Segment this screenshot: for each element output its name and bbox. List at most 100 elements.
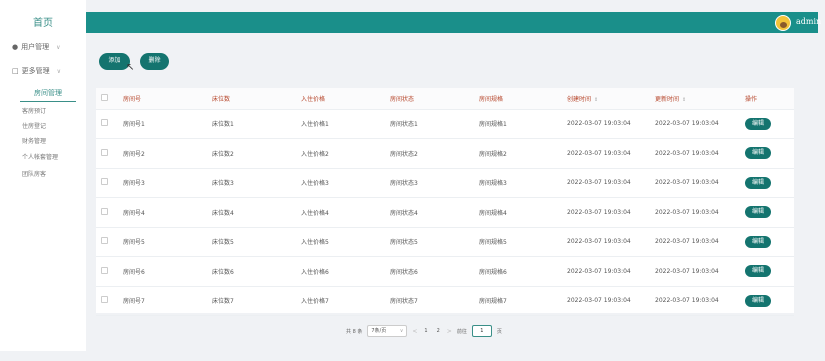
row-select-cell xyxy=(96,286,118,316)
cell-actions: 编辑 xyxy=(740,109,794,139)
table-row: 房间号7 床位数7 入住价格7 房间状态7 房间规格7 2022-03-07 19:03:… xyxy=(96,286,794,316)
cell-beds: 床位数5 xyxy=(207,227,296,257)
delete-button[interactable]: 删除 xyxy=(140,53,169,70)
cell-updated: 2022-03-07 19:03:04 xyxy=(650,197,740,228)
cell-status: 房间状态2 xyxy=(385,138,474,169)
page-2-button[interactable]: 2 xyxy=(435,328,442,334)
prev-page-icon[interactable]: < xyxy=(412,328,417,335)
cell-updated: 2022-03-07 19:03:04 xyxy=(650,227,740,257)
sidebar-item-checkin[interactable]: 住房登记 xyxy=(22,121,46,130)
username[interactable]: admin xyxy=(796,17,821,26)
row-checkbox[interactable] xyxy=(101,296,108,304)
goto-suffix: 页 xyxy=(496,328,502,335)
row-checkbox[interactable] xyxy=(101,266,108,274)
select-all-checkbox[interactable] xyxy=(101,93,108,101)
chevron-down-icon: ∨ xyxy=(399,328,404,334)
cell-status: 房间状态6 xyxy=(385,256,474,287)
cell-actions: 编辑 xyxy=(740,286,794,316)
cell-updated: 2022-03-07 19:03:04 xyxy=(650,138,740,169)
sidebar-menu-label: 更多管理 xyxy=(21,67,50,75)
table-row: 房间号2 床位数2 入住价格2 房间状态2 房间规格2 2022-03-07 19:03:… xyxy=(96,138,794,169)
sidebar-item-personal-accounts[interactable]: 个人帐套管理 xyxy=(22,152,58,161)
sidebar-item-booking[interactable]: 客房预订 xyxy=(22,106,46,115)
cell-room-no: 房间号3 xyxy=(118,168,207,198)
sidebar-item-team-guests[interactable]: 团队房客 xyxy=(22,169,46,178)
cell-status: 房间状态7 xyxy=(385,286,474,316)
edit-button[interactable]: 编辑 xyxy=(745,117,771,130)
table-row: 房间号3 床位数3 入住价格3 房间状态3 房间规格3 2022-03-07 19:03:… xyxy=(96,168,794,198)
cell-spec: 房间规格6 xyxy=(474,256,562,287)
avatar[interactable] xyxy=(775,15,791,31)
row-select-cell xyxy=(96,109,118,139)
column-header-beds: 床位数 xyxy=(207,88,296,110)
column-header-actions: 操作 xyxy=(740,88,794,110)
page-size-value: 7条/页 xyxy=(371,328,387,334)
pagination-total: 共 8 条 xyxy=(346,328,363,335)
cell-price: 入住价格1 xyxy=(296,109,385,139)
cell-spec: 房间规格3 xyxy=(474,168,562,198)
row-checkbox[interactable] xyxy=(101,237,108,245)
cell-created: 2022-03-07 19:03:04 xyxy=(562,197,650,228)
cell-beds: 床位数3 xyxy=(207,168,296,198)
cell-created: 2022-03-07 19:03:04 xyxy=(562,109,650,139)
edit-button[interactable]: 编辑 xyxy=(745,206,771,219)
page-size-select[interactable]: 7条/页 ∨ xyxy=(367,325,408,337)
table-header-row: 房间号 床位数 入住价格 房间状态 房间规格 创建时间 ⇕ 更新时间 ⇕ 操作 xyxy=(96,88,794,110)
edit-button[interactable]: 编辑 xyxy=(745,147,771,160)
cell-created: 2022-03-07 19:03:04 xyxy=(562,227,650,257)
table-row: 房间号6 床位数6 入住价格6 房间状态6 房间规格6 2022-03-07 19:03:… xyxy=(96,256,794,287)
cell-created: 2022-03-07 19:03:04 xyxy=(562,138,650,169)
cell-beds: 床位数2 xyxy=(207,138,296,169)
table-row: 房间号4 床位数4 入住价格4 房间状态4 房间规格4 2022-03-07 19:03:… xyxy=(96,197,794,228)
column-header-price: 入住价格 xyxy=(296,88,385,110)
cell-actions: 编辑 xyxy=(740,256,794,287)
column-header-spec: 房间规格 xyxy=(474,88,562,110)
row-checkbox[interactable] xyxy=(101,119,108,127)
row-checkbox[interactable] xyxy=(101,178,108,186)
edit-button[interactable]: 编辑 xyxy=(745,294,771,307)
goto-prefix: 前往 xyxy=(456,328,467,335)
pagination: 共 8 条 7条/页 ∨ < 1 2 > 前往 1 页 xyxy=(346,325,502,337)
cell-room-no: 房间号2 xyxy=(118,138,207,169)
table-row: 房间号5 床位数5 入住价格5 房间状态5 房间规格5 2022-03-07 19:03:… xyxy=(96,227,794,257)
edit-button[interactable]: 编辑 xyxy=(745,235,771,248)
cell-price: 入住价格7 xyxy=(296,286,385,316)
mouse-cursor-icon: ↖ xyxy=(126,62,135,73)
cell-beds: 床位数6 xyxy=(207,256,296,287)
column-header-room-no: 房间号 xyxy=(118,88,207,110)
sidebar-item-finance[interactable]: 财务管理 xyxy=(22,136,46,145)
cell-status: 房间状态4 xyxy=(385,197,474,228)
sidebar-item-room-management[interactable]: 房间管理 xyxy=(20,88,76,102)
cell-price: 入住价格3 xyxy=(296,168,385,198)
square-icon: □ xyxy=(12,67,19,75)
column-header-updated-label: 更新时间 xyxy=(655,95,680,103)
edit-button[interactable]: 编辑 xyxy=(745,176,771,189)
cell-actions: 编辑 xyxy=(740,138,794,169)
cell-actions: 编辑 xyxy=(740,227,794,257)
column-header-created-label: 创建时间 xyxy=(567,95,592,103)
edit-button[interactable]: 编辑 xyxy=(745,265,771,278)
next-page-icon[interactable]: > xyxy=(447,328,452,335)
cell-status: 房间状态3 xyxy=(385,168,474,198)
cell-spec: 房间规格5 xyxy=(474,227,562,257)
cell-price: 入住价格2 xyxy=(296,138,385,169)
cell-beds: 床位数4 xyxy=(207,197,296,228)
sort-icon[interactable]: ⇕ xyxy=(594,97,598,103)
sidebar-home[interactable]: 首页 xyxy=(0,14,86,29)
goto-page-input[interactable]: 1 xyxy=(471,325,492,337)
column-header-updated[interactable]: 更新时间 ⇕ xyxy=(650,88,740,110)
sort-icon[interactable]: ⇕ xyxy=(682,97,686,103)
sidebar: 首页 ● 用户管理 ∨ □ 更多管理 ∨ 房间管理 客房预订 住房登记 财务管理… xyxy=(0,0,86,351)
row-checkbox[interactable] xyxy=(101,148,108,156)
sidebar-menu-more[interactable]: □ 更多管理 ∨ xyxy=(12,66,61,76)
chevron-down-icon: ∨ xyxy=(56,43,61,51)
cell-room-no: 房间号4 xyxy=(118,197,207,228)
page-1-button[interactable]: 1 xyxy=(422,328,429,334)
cell-beds: 床位数7 xyxy=(207,286,296,316)
cell-room-no: 房间号7 xyxy=(118,286,207,316)
column-header-created[interactable]: 创建时间 ⇕ xyxy=(562,88,650,110)
row-checkbox[interactable] xyxy=(101,207,108,215)
cell-spec: 房间规格1 xyxy=(474,109,562,139)
sidebar-menu-user[interactable]: ● 用户管理 ∨ xyxy=(12,42,61,52)
chevron-down-icon: ∨ xyxy=(56,67,62,75)
